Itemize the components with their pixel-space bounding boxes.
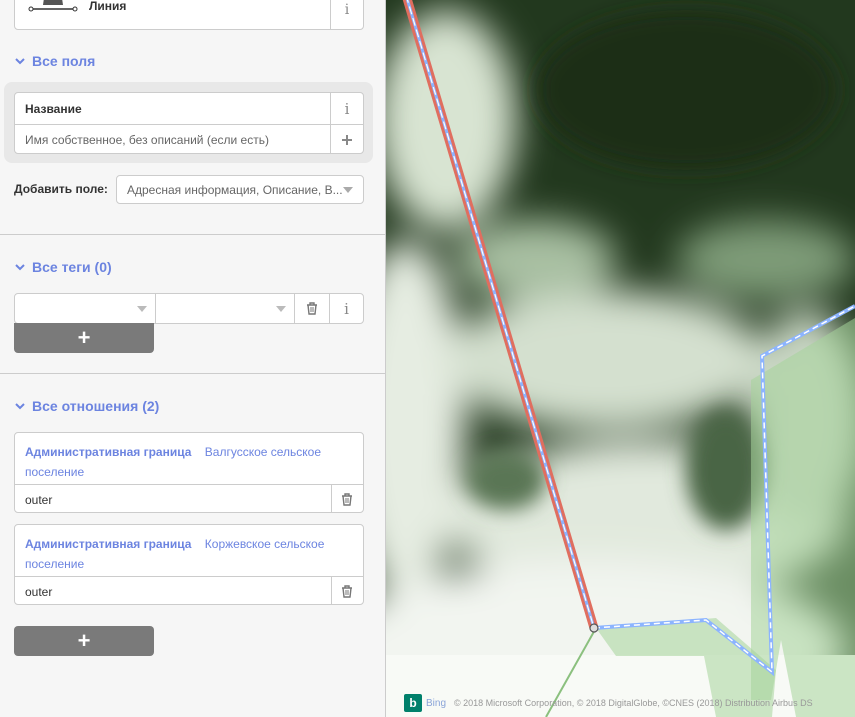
- tag-value-input[interactable]: [156, 294, 295, 323]
- all-tags-header: Все теги (0): [32, 259, 112, 275]
- name-field: Название i Имя собственное, без описаний…: [14, 92, 364, 154]
- relation-item: Административная граница Валгусское сель…: [14, 432, 364, 513]
- add-field-label: Добавить поле:: [14, 182, 108, 196]
- relation-name: Валгусское сельское: [204, 445, 322, 459]
- relation-type: Административная граница: [25, 445, 192, 459]
- relation-link[interactable]: Административная граница Коржевское сель…: [25, 534, 345, 574]
- bing-label: Bing: [426, 697, 447, 709]
- name-add-button[interactable]: [330, 125, 363, 154]
- add-tag-button[interactable]: +: [14, 323, 154, 353]
- chevron-down-icon: [276, 306, 286, 312]
- relation-name: Коржевское сельское: [204, 537, 325, 551]
- all-fields-header: Все поля: [32, 53, 96, 69]
- chevron-down-icon: [137, 306, 147, 312]
- tag-key-input[interactable]: [15, 294, 156, 323]
- name-input[interactable]: Имя собственное, без описаний (если есть…: [15, 125, 330, 154]
- trash-icon: [342, 492, 352, 506]
- chevron-down-icon: [15, 58, 25, 65]
- inspector-sidebar: Линия i Все поля Название i Имя собствен…: [0, 0, 386, 717]
- relation-delete-button[interactable]: [331, 576, 363, 605]
- preset-label: Линия: [89, 0, 127, 13]
- relation-name-cont: поселение: [25, 465, 85, 479]
- all-relations-toggle[interactable]: Все отношения (2): [14, 398, 159, 414]
- relation-role: outer: [25, 493, 53, 507]
- info-icon: i: [344, 299, 349, 318]
- preset-box[interactable]: Линия i: [14, 0, 364, 30]
- chevron-down-icon: [15, 403, 25, 410]
- map-view[interactable]: b Bing © 2018 Microsoft Corporation, © 2…: [386, 0, 855, 717]
- relation-delete-button[interactable]: [331, 484, 363, 513]
- add-field-combo[interactable]: Адресная информация, Описание, В...: [116, 175, 364, 204]
- name-field-label: Название: [25, 102, 82, 116]
- plus-icon: +: [77, 325, 91, 350]
- plus-icon: +: [77, 628, 91, 653]
- divider: [0, 373, 385, 374]
- all-relations-header: Все отношения (2): [32, 398, 160, 414]
- relation-link[interactable]: Административная граница Валгусское сель…: [25, 442, 345, 482]
- name-input-placeholder: Имя собственное, без описаний (если есть…: [25, 133, 269, 147]
- preset-icon: [23, 0, 83, 21]
- add-field-value: Адресная информация, Описание, В...: [127, 183, 343, 197]
- tag-row: i: [14, 293, 364, 324]
- satellite-imagery: [386, 0, 855, 717]
- map-attribution: b Bing © 2018 Microsoft Corporation, © 2…: [404, 694, 813, 712]
- relation-name-cont: поселение: [25, 557, 85, 571]
- bing-logo: b: [404, 694, 422, 712]
- all-tags-toggle[interactable]: Все теги (0): [14, 259, 112, 275]
- trash-icon: [342, 584, 352, 598]
- all-fields-toggle[interactable]: Все поля: [14, 53, 95, 69]
- relation-type: Административная граница: [25, 537, 192, 551]
- divider: [0, 234, 385, 235]
- relation-role-input[interactable]: outer: [15, 576, 332, 605]
- chevron-down-icon: [343, 187, 353, 193]
- name-info-button[interactable]: i: [330, 93, 363, 124]
- relation-item: Административная граница Коржевское сель…: [14, 524, 364, 605]
- info-icon: i: [344, 2, 350, 18]
- relation-role-input[interactable]: outer: [15, 484, 332, 513]
- chevron-down-icon: [15, 264, 25, 271]
- attribution-text: © 2018 Microsoft Corporation, © 2018 Dig…: [454, 698, 813, 708]
- plus-icon: [342, 134, 352, 145]
- tag-delete-button[interactable]: [295, 294, 330, 323]
- preset-info-button[interactable]: i: [330, 0, 363, 29]
- info-icon: i: [344, 99, 350, 118]
- tag-info-button[interactable]: i: [330, 294, 363, 323]
- trash-icon: [307, 302, 317, 315]
- relation-role: outer: [25, 585, 53, 599]
- add-relation-button[interactable]: +: [14, 626, 154, 656]
